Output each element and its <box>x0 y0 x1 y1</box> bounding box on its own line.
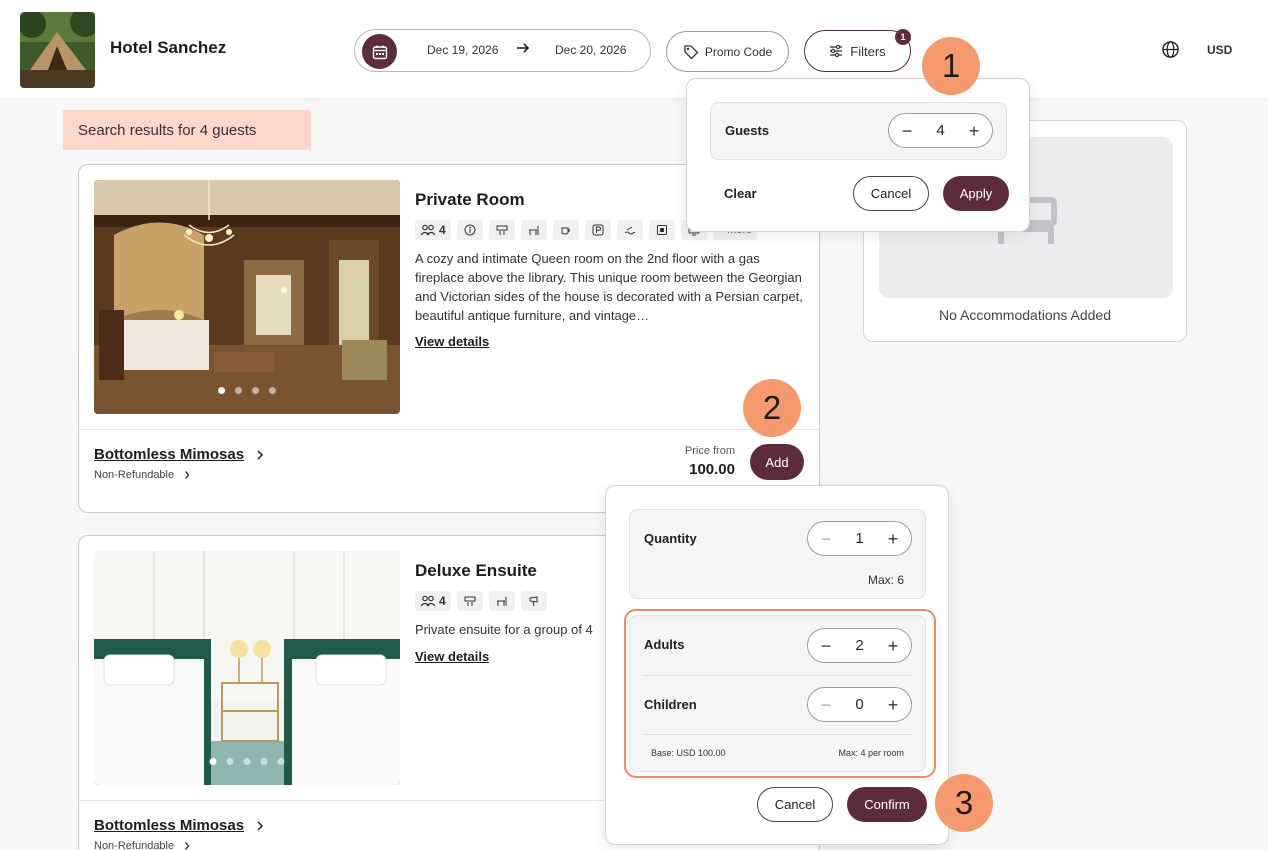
air-conditioning-icon <box>488 220 515 240</box>
apply-button[interactable]: Apply <box>943 176 1009 211</box>
arrow-right-icon <box>515 40 531 56</box>
room-title: Private Room <box>415 190 525 209</box>
rate-plan-name[interactable]: Bottomless Mimosas <box>94 817 244 834</box>
guests-stepper[interactable]: − 4 + <box>888 113 993 148</box>
guests-capacity: 4 <box>415 220 451 240</box>
quantity-label: Quantity <box>644 531 697 546</box>
step-marker-2: 2 <box>743 379 801 437</box>
plus-icon[interactable]: + <box>885 530 901 548</box>
refund-policy-label: Non-Refundable <box>94 840 175 850</box>
price-value: 100.00 <box>689 461 735 478</box>
check-in-date[interactable]: Dec 19, 2026 <box>427 43 498 57</box>
search-results-banner: Search results for 4 guests <box>63 110 311 150</box>
desk-icon <box>488 591 515 611</box>
max-quantity-text: Max: 6 <box>867 573 904 587</box>
guests-row: Guests − 4 + <box>710 102 1007 160</box>
filters-label: Filters <box>850 43 886 59</box>
globe-icon[interactable] <box>1161 40 1180 59</box>
currency-selector[interactable]: USD <box>1207 43 1232 57</box>
air-conditioning-icon <box>456 591 483 611</box>
refund-policy[interactable]: Non-Refundable <box>94 840 190 850</box>
guests-icon <box>420 595 436 607</box>
step-marker-1: 1 <box>922 37 980 95</box>
refund-policy[interactable]: Non-Refundable <box>94 469 190 481</box>
promo-code-button[interactable]: Promo Code <box>666 31 789 72</box>
refund-policy-label: Non-Refundable <box>94 469 175 481</box>
chevron-right-icon <box>256 820 264 832</box>
add-room-button[interactable]: Add <box>750 444 804 480</box>
top-header: Hotel Sanchez Dec 19, 2026 Dec 20, 2026 … <box>0 0 1268 99</box>
tag-icon <box>683 44 699 60</box>
chevron-right-icon <box>256 449 264 461</box>
occupancy-highlight <box>624 609 936 778</box>
empty-cart-text: No Accommodations Added <box>939 307 1111 323</box>
date-range-picker[interactable]: Dec 19, 2026 Dec 20, 2026 <box>354 29 651 72</box>
image-carousel-dots[interactable] <box>218 387 276 394</box>
hotel-logo[interactable] <box>20 12 95 88</box>
rate-plan-name[interactable]: Bottomless Mimosas <box>94 446 244 463</box>
guests-icon <box>420 224 436 236</box>
rate-plan-link[interactable]: Bottomless Mimosas <box>94 817 264 834</box>
chevron-right-icon <box>184 841 190 850</box>
clear-button[interactable]: Clear <box>724 186 757 201</box>
room-image[interactable] <box>94 551 400 785</box>
card-divider <box>79 429 819 430</box>
cancel-button[interactable]: Cancel <box>853 176 929 211</box>
step-marker-3: 3 <box>935 774 993 832</box>
parking-icon <box>584 220 611 240</box>
hotel-name: Hotel Sanchez <box>110 38 227 57</box>
rate-plan-link[interactable]: Bottomless Mimosas <box>94 446 264 463</box>
accessibility-icon <box>456 220 483 240</box>
quantity-stepper[interactable]: − 1 + <box>807 521 912 556</box>
room-occupancy-popover: Quantity − 1 + Max: 6 Adults − 2 + Child… <box>605 485 949 845</box>
calendar-icon[interactable] <box>362 34 397 69</box>
guests-value: 4 <box>936 122 945 139</box>
image-carousel-dots[interactable] <box>209 758 285 765</box>
room-title: Deluxe Ensuite <box>415 561 537 580</box>
room-description: A cozy and intimate Queen room on the 2n… <box>415 251 803 323</box>
guests-count: 4 <box>439 223 446 237</box>
minus-icon[interactable]: − <box>818 530 834 548</box>
promo-code-label: Promo Code <box>704 44 773 59</box>
guests-label: Guests <box>725 123 770 138</box>
guests-filter-popover: Guests − 4 + Clear Cancel Apply <box>686 78 1030 232</box>
sliders-icon <box>829 44 843 58</box>
minus-icon[interactable]: − <box>899 122 915 140</box>
filters-count-badge: 1 <box>895 29 911 45</box>
quantity-value: 1 <box>855 530 864 547</box>
hair-dryer-icon <box>520 591 547 611</box>
plus-icon[interactable]: + <box>966 122 982 140</box>
pool-icon <box>616 220 643 240</box>
view-details-link[interactable]: View details <box>415 334 489 349</box>
guests-capacity: 4 <box>415 591 451 611</box>
price-label: Price from <box>684 445 735 457</box>
cancel-button[interactable]: Cancel <box>757 787 833 822</box>
view-details-link[interactable]: View details <box>415 649 489 664</box>
chevron-right-icon <box>184 470 190 480</box>
safe-icon <box>648 220 675 240</box>
amenity-list: 4 <box>415 591 547 611</box>
room-image[interactable] <box>94 180 400 414</box>
guests-count: 4 <box>439 594 446 608</box>
quantity-panel: Quantity − 1 + Max: 6 <box>629 509 926 599</box>
coffee-icon <box>552 220 579 240</box>
confirm-button[interactable]: Confirm <box>847 787 927 822</box>
check-out-date[interactable]: Dec 20, 2026 <box>555 43 626 57</box>
desk-icon <box>520 220 547 240</box>
